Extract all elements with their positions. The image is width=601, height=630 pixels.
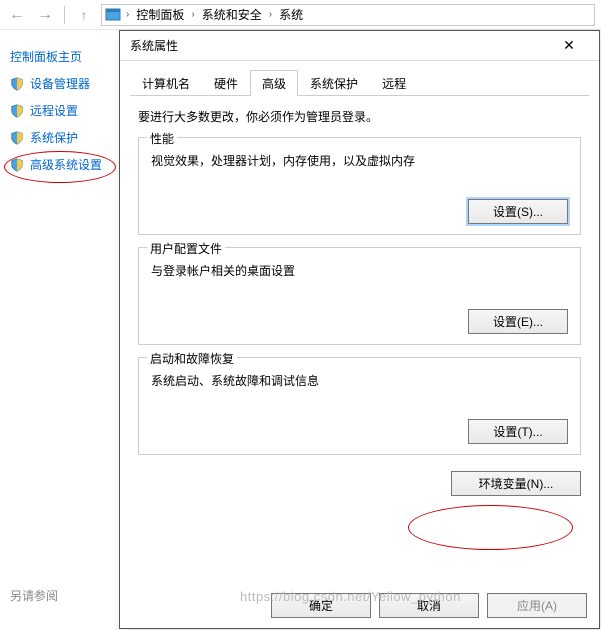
system-properties-dialog: 系统属性 ✕ 计算机名 硬件 高级 系统保护 远程 要进行大多数更改，你必须作为…: [119, 30, 600, 629]
see-also-label: 另请参阅: [10, 587, 58, 604]
breadcrumb-item[interactable]: 系统和安全: [200, 6, 264, 23]
chevron-right-icon[interactable]: ›: [266, 9, 275, 20]
tab-advanced[interactable]: 高级: [250, 70, 298, 96]
user-profiles-settings-button[interactable]: 设置(E)...: [468, 309, 568, 334]
dialog-titlebar: 系统属性 ✕: [120, 31, 599, 61]
group-desc: 视觉效果，处理器计划，内存使用，以及虚拟内存: [151, 146, 568, 199]
sidebar-item-label: 远程设置: [30, 102, 78, 119]
group-title: 用户配置文件: [147, 240, 225, 257]
sidebar-item-system-protection[interactable]: 系统保护: [10, 129, 112, 146]
sidebar-item-device-manager[interactable]: 设备管理器: [10, 75, 112, 92]
shield-icon: [10, 131, 24, 145]
breadcrumb[interactable]: › 控制面板 › 系统和安全 › 系统: [101, 4, 595, 26]
control-panel-icon: [105, 7, 121, 23]
chevron-right-icon[interactable]: ›: [123, 9, 132, 20]
shield-icon: [10, 77, 24, 91]
dialog-title: 系统属性: [130, 37, 178, 54]
address-bar: ← → ↑ › 控制面板 › 系统和安全 › 系统: [0, 0, 601, 30]
tab-advanced-page: 要进行大多数更改，你必须作为管理员登录。 性能 视觉效果，处理器计划，内存使用，…: [120, 96, 599, 455]
dialog-buttons: 确定 取消 应用(A): [271, 593, 587, 618]
breadcrumb-item[interactable]: 系统: [277, 6, 305, 23]
group-desc: 系统启动、系统故障和调试信息: [151, 366, 568, 419]
sidebar-item-advanced-system-settings[interactable]: 高级系统设置: [10, 156, 112, 173]
nav-up-icon[interactable]: ↑: [73, 4, 95, 26]
close-button[interactable]: ✕: [549, 32, 589, 60]
nav-forward-icon[interactable]: →: [34, 4, 56, 26]
group-user-profiles: 用户配置文件 与登录帐户相关的桌面设置 设置(E)...: [138, 247, 581, 345]
group-performance: 性能 视觉效果，处理器计划，内存使用，以及虚拟内存 设置(S)...: [138, 137, 581, 235]
performance-settings-button[interactable]: 设置(S)...: [468, 199, 568, 224]
group-desc: 与登录帐户相关的桌面设置: [151, 256, 568, 309]
tab-remote[interactable]: 远程: [370, 70, 418, 96]
cancel-button[interactable]: 取消: [379, 593, 479, 618]
group-title: 性能: [147, 130, 177, 147]
group-startup-recovery: 启动和故障恢复 系统启动、系统故障和调试信息 设置(T)...: [138, 357, 581, 455]
sidebar-item-label: 系统保护: [30, 129, 78, 146]
startup-recovery-settings-button[interactable]: 设置(T)...: [468, 419, 568, 444]
sidebar-item-remote-settings[interactable]: 远程设置: [10, 102, 112, 119]
control-panel-home-link[interactable]: 控制面板主页: [10, 44, 112, 75]
apply-button[interactable]: 应用(A): [487, 593, 587, 618]
shield-icon: [10, 158, 24, 172]
chevron-right-icon[interactable]: ›: [188, 9, 197, 20]
sidebar-item-label: 设备管理器: [30, 75, 90, 92]
nav-separator: [64, 6, 65, 24]
tab-computer-name[interactable]: 计算机名: [130, 70, 202, 96]
tabstrip: 计算机名 硬件 高级 系统保护 远程: [130, 71, 589, 96]
left-nav: 控制面板主页 设备管理器 远程设置 系统保护 高级系统设置 另请参阅: [0, 30, 112, 630]
environment-variables-button[interactable]: 环境变量(N)...: [451, 471, 581, 496]
breadcrumb-item[interactable]: 控制面板: [134, 6, 186, 23]
admin-note: 要进行大多数更改，你必须作为管理员登录。: [138, 108, 581, 125]
nav-back-icon[interactable]: ←: [6, 4, 28, 26]
tab-system-protection[interactable]: 系统保护: [298, 70, 370, 96]
shield-icon: [10, 104, 24, 118]
tab-hardware[interactable]: 硬件: [202, 70, 250, 96]
sidebar-item-label: 高级系统设置: [30, 156, 102, 173]
ok-button[interactable]: 确定: [271, 593, 371, 618]
group-title: 启动和故障恢复: [147, 350, 237, 367]
